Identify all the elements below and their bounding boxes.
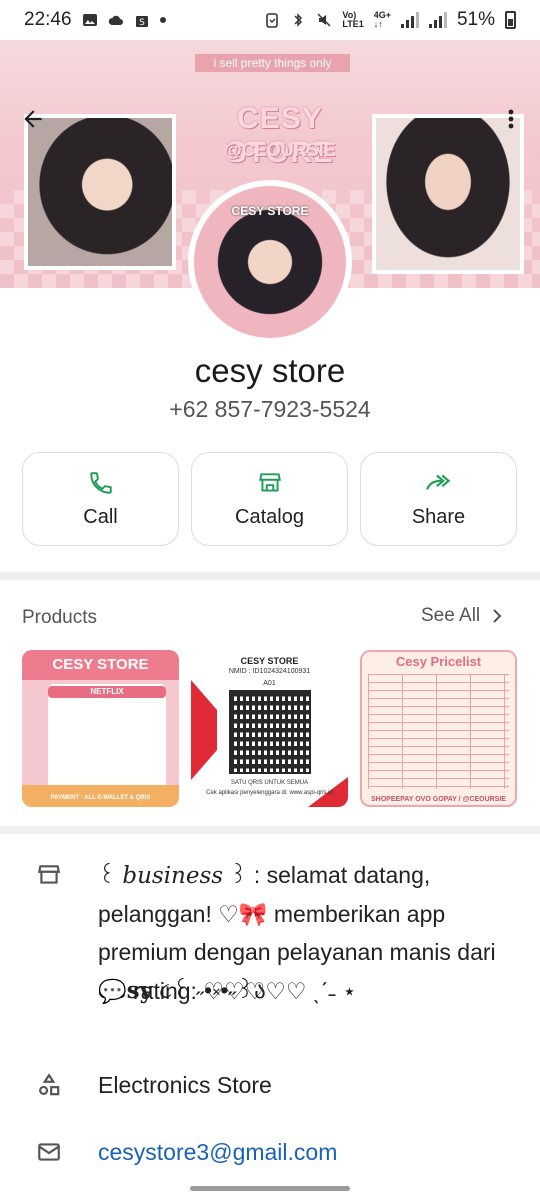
call-button[interactable]: Call <box>22 452 179 546</box>
more-options-button[interactable] <box>496 102 526 136</box>
home-indicator[interactable] <box>190 1186 350 1191</box>
banner-tagline: i sell pretty things only <box>195 54 350 72</box>
share-label: Share <box>411 505 466 528</box>
product-thumb-qris[interactable]: CESY STORE NMID : ID1024324100931 A01 SA… <box>191 650 348 807</box>
more-vertical-icon <box>508 109 514 129</box>
gallery-icon <box>82 14 97 26</box>
qris-caption: SATU QRIS UNTUK SEMUA <box>230 780 309 786</box>
profile-name: cesy store <box>194 352 346 389</box>
clock: 22:46 <box>24 9 72 30</box>
products-heading: Products <box>22 607 97 628</box>
pricelist-footer: SHOPEEPAY OVO GOPAY / @CEOURSIE <box>371 796 506 803</box>
alarm-icon <box>266 13 279 28</box>
signal-1-icon <box>400 12 419 28</box>
thumb-subtitle: NETFLIX <box>48 686 166 698</box>
svg-text:S: S <box>139 18 145 28</box>
qris-title: CESY STORE <box>240 656 299 666</box>
storefront-icon <box>37 865 61 884</box>
lte-label: LTE1 <box>342 19 364 29</box>
shop-icon: S <box>135 16 148 28</box>
qris-accent-left <box>191 680 217 780</box>
pricelist-grid <box>368 674 509 789</box>
cloud-icon <box>108 15 123 25</box>
section-divider <box>0 826 540 834</box>
qr-code-image <box>229 690 311 774</box>
phone-icon <box>89 471 112 494</box>
profile-avatar[interactable]: CESY STORE <box>188 180 352 344</box>
qris-nmid: NMID : ID1024324100931 <box>228 668 311 675</box>
catalog-button[interactable]: Catalog <box>191 452 348 546</box>
banner-photo-right <box>372 114 524 274</box>
volte-indicator: Vo) LTE1 <box>342 11 363 29</box>
back-button[interactable] <box>16 102 50 136</box>
mail-icon <box>38 1143 60 1161</box>
banner-handle: @CEOURSIE <box>224 140 336 160</box>
desc-business-word: business <box>122 863 224 889</box>
category-text: Electronics Store <box>98 1072 272 1098</box>
pricelist-title: Cesy Pricelist <box>395 654 482 669</box>
product-thumb-pricelist[interactable]: Cesy Pricelist SHOPEEPAY OVO GOPAY / @CE… <box>360 650 517 807</box>
bluetooth-icon <box>294 13 303 27</box>
battery-percent: 51% <box>456 9 495 30</box>
status-bar: 22:46 S Vo) LTE1 4G+ ↓↑ 51% <box>0 0 540 40</box>
share-button[interactable]: Share <box>360 452 517 546</box>
thumb-title: CESY STORE <box>52 656 149 673</box>
qris-caption-2: Cek aplikasi penyelenggara di: www.aspi-… <box>206 790 333 796</box>
qris-code: A01 <box>263 680 276 687</box>
network-type-indicator: 4G+ ↓↑ <box>374 11 391 29</box>
mute-icon <box>317 13 331 27</box>
thumb-card <box>48 684 166 794</box>
product-thumbnails: CESY STORE NETFLIX PAYMENT : ALL E-WALLE… <box>22 650 518 807</box>
banner-photo-left <box>24 114 176 270</box>
email-link[interactable]: cesystore3@gmail.com <box>98 1133 532 1171</box>
call-label: Call <box>83 505 118 528</box>
product-thumb-netflix[interactable]: CESY STORE NETFLIX PAYMENT : ALL E-WALLE… <box>22 650 179 807</box>
rating-text: 💬 rating: ♡♡♡♡♡ ˎˊ˗ ⋆ <box>98 978 357 1004</box>
thumb-footer-text: PAYMENT : ALL E-WALLET & QRIS <box>50 795 151 801</box>
battery-icon <box>505 11 516 29</box>
action-buttons: Call Catalog Share <box>22 452 518 546</box>
notification-dot <box>159 17 166 23</box>
see-all-link[interactable]: See All <box>421 605 502 627</box>
forward-icon <box>425 474 450 490</box>
profile-phone: +62 857-7923-5524 <box>169 396 371 422</box>
signal-2-icon <box>428 12 447 28</box>
avatar-image: CESY STORE <box>194 186 346 338</box>
chevron-right-icon <box>493 609 502 623</box>
data-arrows-label: ↓↑ <box>373 19 383 29</box>
shapes-icon <box>39 1073 60 1096</box>
catalog-label: Catalog <box>235 505 304 528</box>
desc-open-bracket: ꒰ <box>98 862 123 888</box>
storefront-icon <box>258 472 281 492</box>
arrow-left-icon <box>24 110 42 128</box>
avatar-caption: CESY STORE <box>231 204 309 218</box>
see-all-label: See All <box>421 605 481 626</box>
section-divider <box>0 572 540 580</box>
